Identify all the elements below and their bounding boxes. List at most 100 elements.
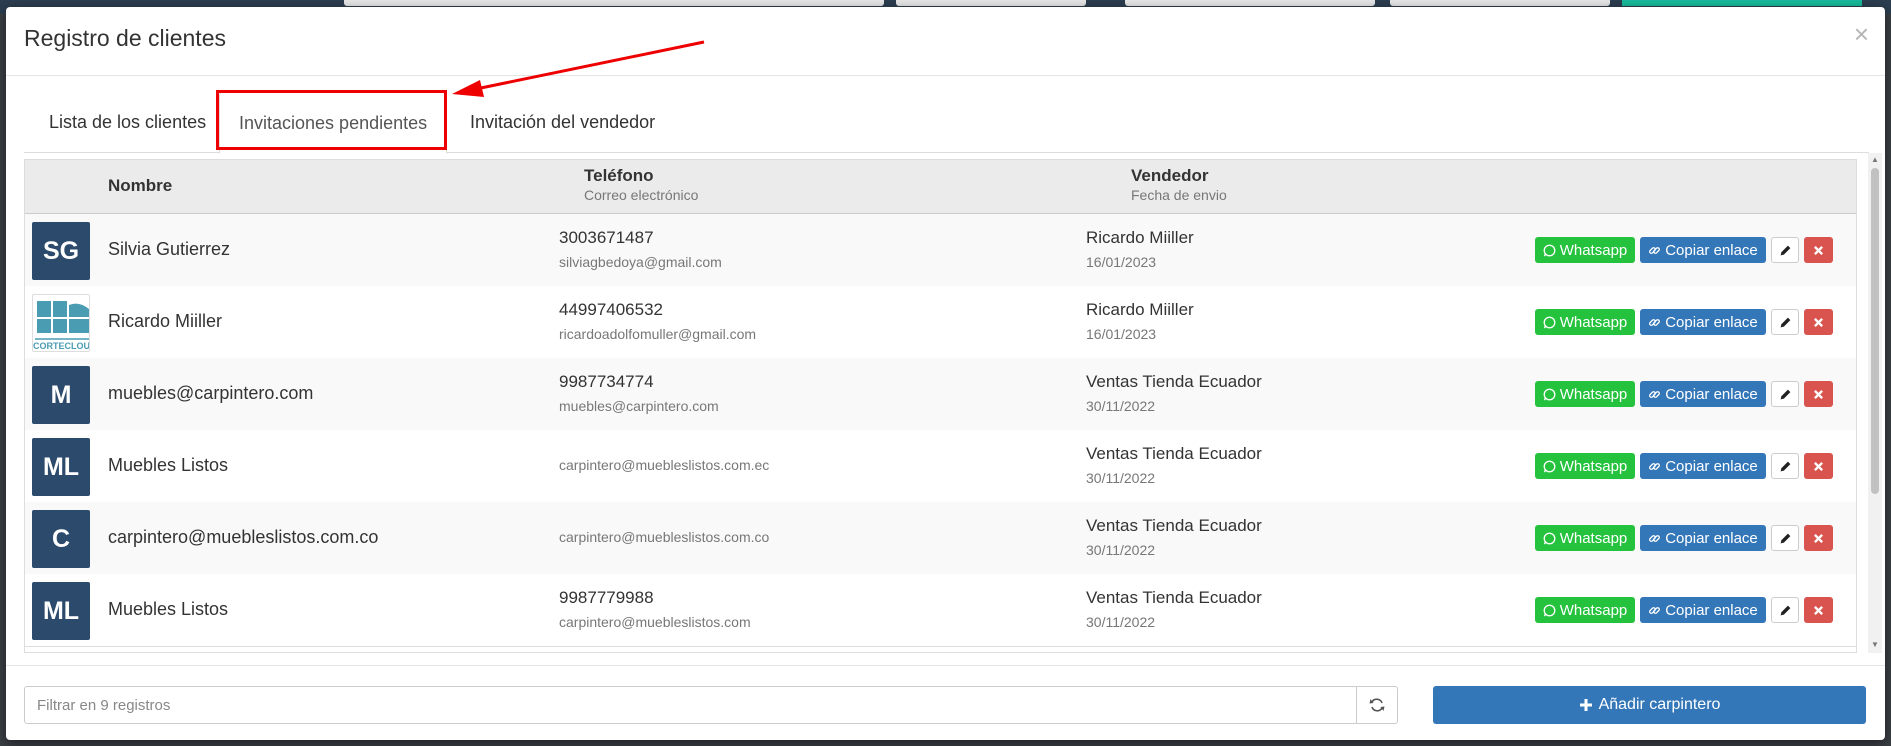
plus-icon	[1579, 699, 1592, 711]
edit-button[interactable]	[1771, 237, 1799, 263]
tab-seller-invitation[interactable]: Invitación del vendedor	[451, 92, 674, 152]
whatsapp-button[interactable]: Whatsapp	[1535, 237, 1635, 263]
client-email: carpintero@muebleslistos.com	[559, 614, 751, 630]
tab-client-list[interactable]: Lista de los clientes	[30, 92, 225, 152]
seller-name: Ricardo Miiller	[1086, 228, 1194, 247]
avatar: CORTECLOUD	[32, 294, 90, 352]
tabs: Lista de los clientes Invitaciones pendi…	[24, 92, 1869, 154]
copy-link-button[interactable]: Copiar enlace	[1640, 525, 1766, 551]
whatsapp-label: Whatsapp	[1559, 529, 1628, 547]
avatar: M	[32, 366, 90, 424]
seller-name: Ventas Tienda Ecuador	[1086, 444, 1262, 463]
table-scrollbar[interactable]: ▲ ▼	[1868, 153, 1882, 653]
copy-link-button[interactable]: Copiar enlace	[1640, 309, 1766, 335]
header-correo: Correo electrónico	[584, 187, 699, 203]
delete-button[interactable]	[1804, 237, 1833, 263]
link-icon	[1649, 462, 1661, 470]
link-icon	[1649, 606, 1661, 614]
header-nombre[interactable]: Nombre	[108, 176, 172, 196]
copy-link-button[interactable]: Copiar enlace	[1640, 597, 1766, 623]
client-name: Muebles Listos	[108, 455, 229, 475]
send-date: 30/11/2022	[1086, 614, 1156, 630]
avatar: ML	[32, 438, 90, 496]
client-registry-modal: Registro de clientes × Lista de los clie…	[6, 7, 1885, 740]
whatsapp-button[interactable]: Whatsapp	[1535, 597, 1635, 623]
whatsapp-button[interactable]: Whatsapp	[1535, 453, 1635, 479]
table-row: M muebles@carpintero.com 9987734774 mueb…	[25, 358, 1856, 431]
link-icon	[1649, 246, 1661, 254]
delete-button[interactable]	[1804, 525, 1833, 551]
delete-button[interactable]	[1804, 309, 1833, 335]
whatsapp-button[interactable]: Whatsapp	[1535, 381, 1635, 407]
copy-link-label: Copiar enlace	[1665, 529, 1758, 547]
send-date: 30/11/2022	[1086, 470, 1156, 486]
header-telefono[interactable]: Teléfono	[584, 166, 654, 186]
scrollbar-thumb[interactable]	[1871, 168, 1879, 494]
cortecloud-logo: CORTECLOUD	[33, 301, 90, 351]
header-fecha: Fecha de envio	[1131, 187, 1227, 203]
table-row: C carpintero@muebleslistos.com.co carpin…	[25, 502, 1856, 575]
pencil-icon	[1780, 461, 1790, 471]
refresh-button[interactable]	[1356, 686, 1398, 724]
edit-button[interactable]	[1771, 525, 1799, 551]
background-field	[1390, 0, 1610, 6]
logo-text: CORTECLOUD	[33, 341, 90, 351]
client-name: Ricardo Miiller	[108, 311, 223, 331]
copy-link-button[interactable]: Copiar enlace	[1640, 453, 1766, 479]
delete-button[interactable]	[1804, 381, 1833, 407]
copy-link-label: Copiar enlace	[1665, 313, 1758, 331]
client-name: carpintero@muebleslistos.com.co	[108, 527, 379, 547]
filter-input[interactable]	[24, 686, 1357, 724]
background-green-button	[1622, 0, 1862, 6]
client-email: carpintero@muebleslistos.com.co	[559, 529, 770, 545]
delete-button[interactable]	[1804, 597, 1833, 623]
link-icon	[1649, 390, 1661, 398]
client-name: muebles@carpintero.com	[108, 383, 314, 403]
client-phone: 44997406532	[559, 300, 664, 319]
add-carpenter-button[interactable]: Añadir carpintero	[1433, 686, 1866, 724]
delete-button[interactable]	[1804, 453, 1833, 479]
tab-pending-invitations[interactable]: Invitaciones pendientes	[219, 92, 448, 154]
seller-name: Ventas Tienda Ecuador	[1086, 516, 1262, 535]
send-date: 16/01/2023	[1086, 326, 1157, 342]
copy-link-label: Copiar enlace	[1665, 457, 1758, 475]
whatsapp-label: Whatsapp	[1559, 601, 1628, 619]
edit-button[interactable]	[1771, 597, 1799, 623]
whatsapp-label: Whatsapp	[1559, 457, 1628, 475]
avatar: ML	[32, 582, 90, 640]
whatsapp-button[interactable]: Whatsapp	[1535, 525, 1635, 551]
whatsapp-button[interactable]: Whatsapp	[1535, 309, 1635, 335]
pencil-icon	[1780, 533, 1790, 543]
header-vendedor[interactable]: Vendedor	[1131, 166, 1208, 186]
close-icon[interactable]: ×	[1854, 21, 1869, 47]
client-email: silviagbedoya@gmail.com	[559, 254, 722, 270]
copy-link-button[interactable]: Copiar enlace	[1640, 237, 1766, 263]
table-header: Nombre Teléfono Correo electrónico Vende…	[25, 160, 1856, 214]
whatsapp-icon	[1543, 244, 1556, 256]
close-icon	[1813, 245, 1824, 255]
refresh-icon	[1369, 698, 1385, 712]
whatsapp-label: Whatsapp	[1559, 313, 1628, 331]
close-icon	[1813, 605, 1824, 615]
copy-link-label: Copiar enlace	[1665, 601, 1758, 619]
scroll-down-arrow-icon[interactable]: ▼	[1871, 640, 1879, 649]
close-icon	[1813, 461, 1824, 471]
background-field	[896, 0, 1086, 6]
copy-link-button[interactable]: Copiar enlace	[1640, 381, 1766, 407]
copy-link-label: Copiar enlace	[1665, 241, 1758, 259]
client-email: ricardoadolfomuller@gmail.com	[559, 326, 757, 342]
edit-button[interactable]	[1771, 453, 1799, 479]
seller-name: Ricardo Miiller	[1086, 300, 1194, 319]
client-phone: 9987734774	[559, 372, 654, 391]
scroll-up-arrow-icon[interactable]: ▲	[1871, 155, 1879, 164]
copy-link-label: Copiar enlace	[1665, 385, 1758, 403]
background-field	[1125, 0, 1375, 6]
client-email: muebles@carpintero.com	[559, 398, 719, 414]
edit-button[interactable]	[1771, 381, 1799, 407]
send-date: 16/01/2023	[1086, 254, 1157, 270]
client-name: Muebles Listos	[108, 599, 229, 619]
client-phone: 9987779988	[559, 588, 654, 607]
modal-header: Registro de clientes ×	[6, 7, 1885, 76]
edit-button[interactable]	[1771, 309, 1799, 335]
close-icon	[1813, 533, 1824, 543]
